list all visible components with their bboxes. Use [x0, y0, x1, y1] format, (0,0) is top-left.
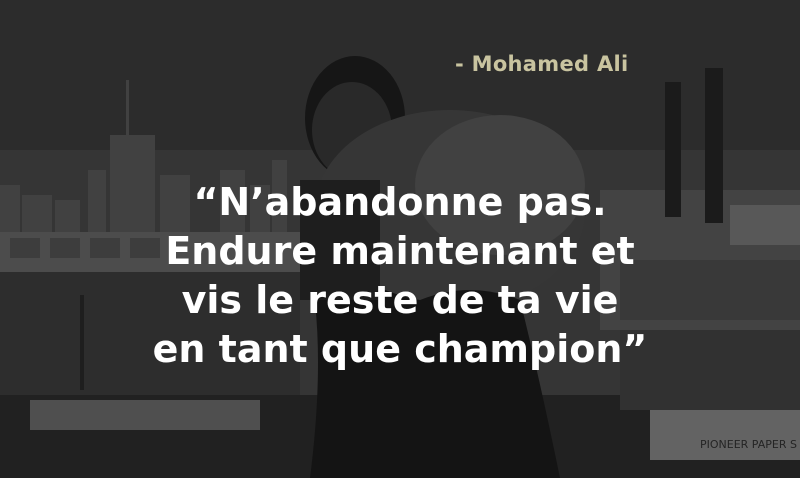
- quote-line: en tant que champion”: [152, 327, 648, 371]
- quote-line: vis le reste de ta vie: [181, 278, 619, 322]
- quote-attribution: - Mohamed Ali: [455, 52, 629, 76]
- quote-image: PIONEER PAPER S - Mohamed Ali “N’abandon…: [0, 0, 800, 478]
- quote-line: “N’abandonne pas.: [193, 180, 607, 224]
- quote-line: Endure maintenant et: [165, 229, 635, 273]
- quote-text: “N’abandonne pas. Endure maintenant et v…: [60, 178, 740, 374]
